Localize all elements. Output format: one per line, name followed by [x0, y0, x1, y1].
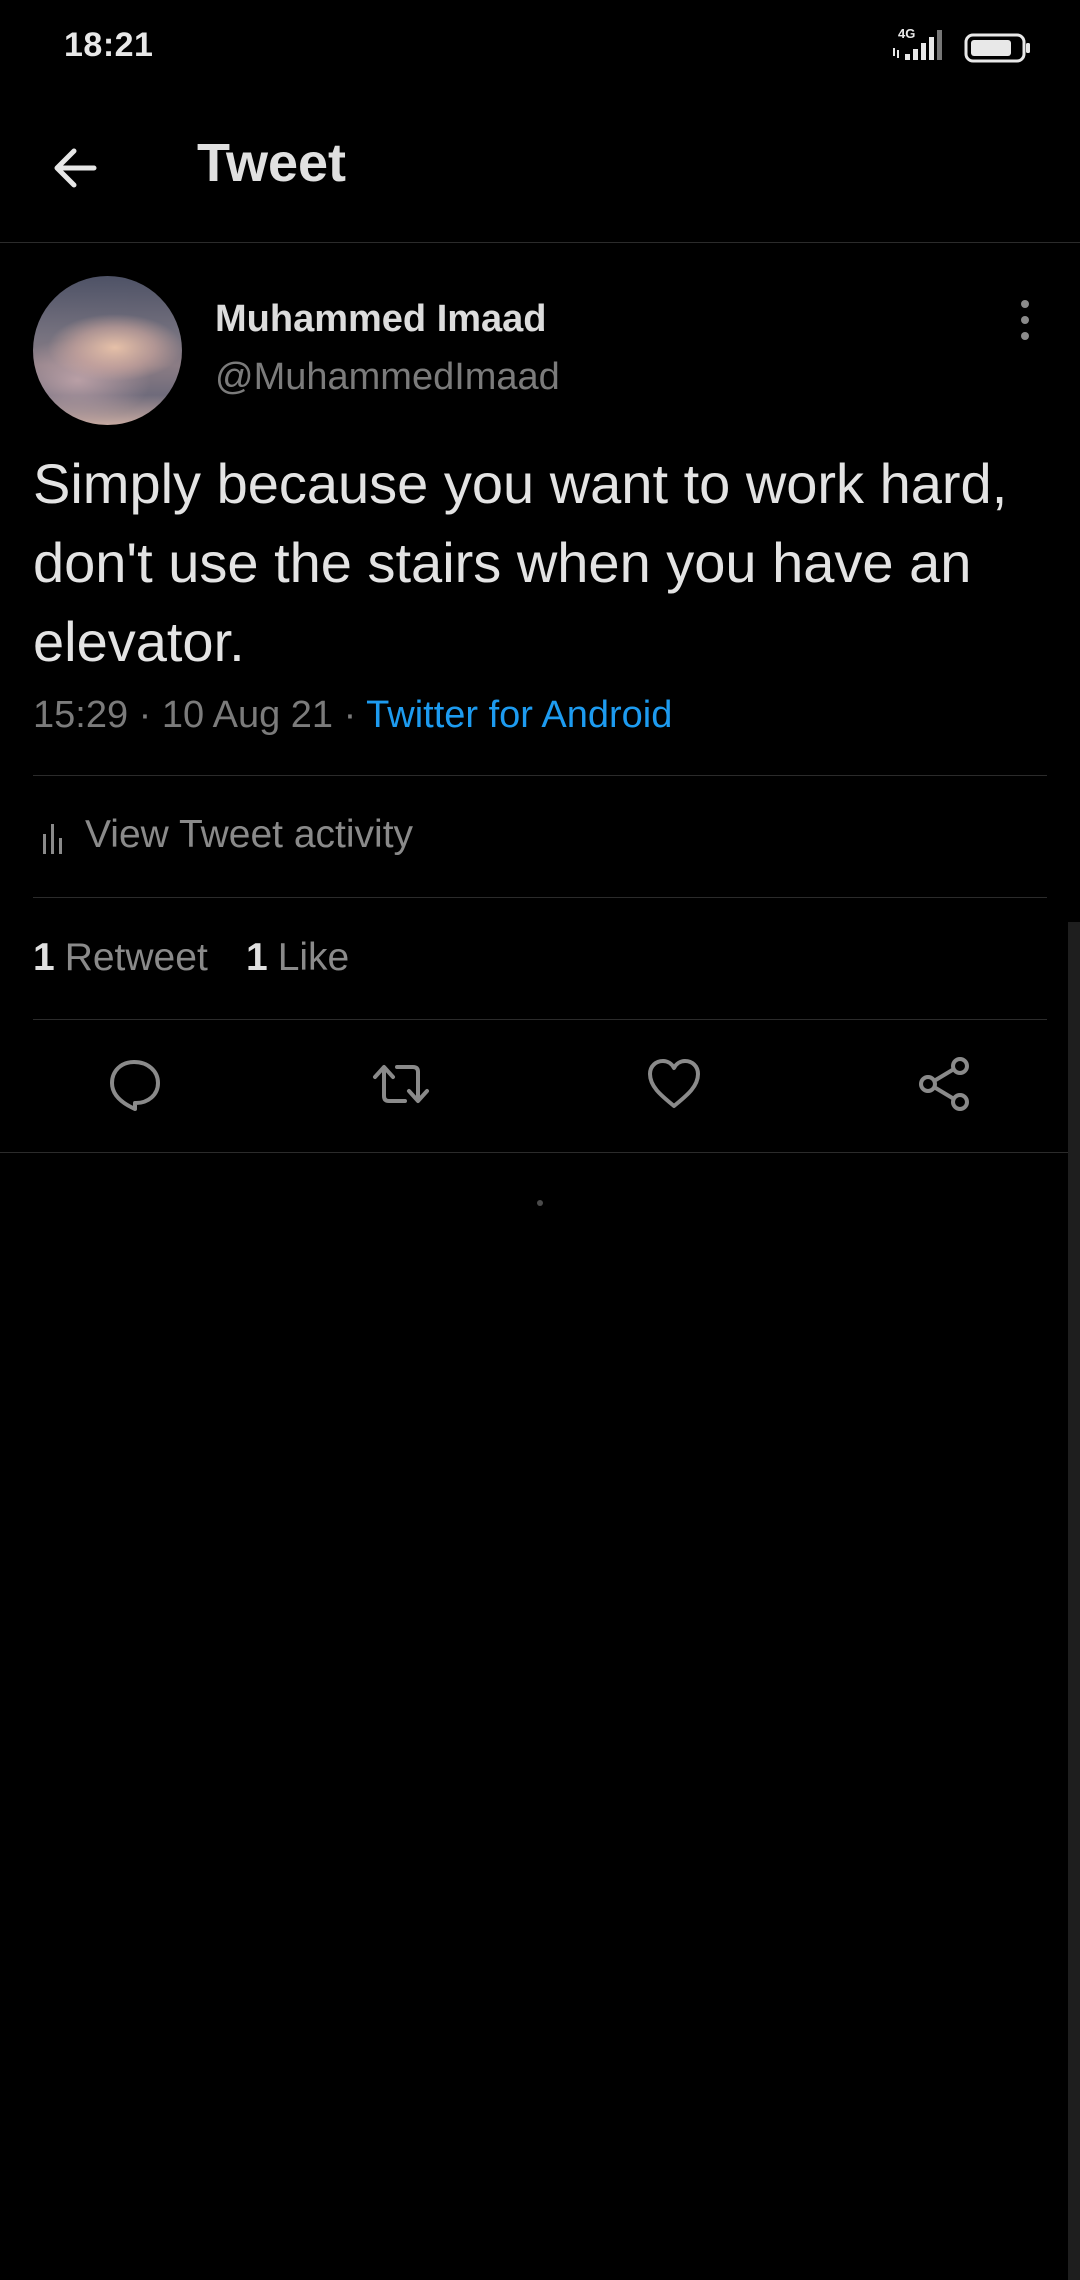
retweet-label: Retweet	[64, 936, 208, 979]
tweet-date: 10 Aug 21	[161, 694, 334, 736]
app-header: Tweet	[0, 96, 1080, 243]
heart-icon[interactable]	[644, 1054, 704, 1114]
view-tweet-activity-button[interactable]: View Tweet activity	[33, 776, 1047, 897]
page-title: Tweet	[197, 133, 347, 193]
share-icon[interactable]	[915, 1054, 975, 1114]
retweet-icon[interactable]	[371, 1054, 431, 1114]
activity-label: View Tweet activity	[85, 813, 414, 856]
meta-separator: ·	[343, 694, 357, 736]
retweet-stat[interactable]: 1 Retweet	[33, 936, 208, 980]
author-name[interactable]: Muhammed Imaad	[215, 298, 547, 341]
network-type-label: 4G	[898, 26, 915, 41]
scrollbar[interactable]	[1068, 922, 1080, 2280]
tweet-time: 15:29	[33, 694, 129, 736]
avatar[interactable]	[33, 276, 182, 425]
status-bar: 18:21 4G	[0, 0, 1080, 96]
like-stat[interactable]: 1 Like	[246, 936, 349, 980]
author-handle[interactable]: @MuhammedImaad	[215, 356, 560, 399]
loading-indicator	[537, 1200, 543, 1206]
reply-icon[interactable]	[104, 1054, 164, 1114]
tweet-actions	[0, 1020, 1080, 1153]
battery-icon	[964, 33, 1030, 63]
bar-chart-icon	[43, 824, 62, 854]
tweet-source-link[interactable]: Twitter for Android	[366, 694, 672, 736]
cellular-signal-icon: 4G	[893, 26, 942, 60]
tweet-stats: 1 Retweet 1 Like	[33, 898, 1047, 1019]
tweet-meta: 15:29 · 10 Aug 21 · Twitter for Android	[33, 694, 672, 737]
more-vertical-icon[interactable]	[1010, 296, 1040, 344]
back-arrow-icon[interactable]	[44, 136, 108, 200]
meta-separator: ·	[138, 694, 152, 736]
retweet-count: 1	[33, 936, 55, 979]
like-count: 1	[246, 936, 268, 979]
tweet-text: Simply because you want to work hard, do…	[33, 452, 1008, 673]
status-time: 18:21	[64, 26, 154, 64]
like-label: Like	[277, 936, 350, 979]
